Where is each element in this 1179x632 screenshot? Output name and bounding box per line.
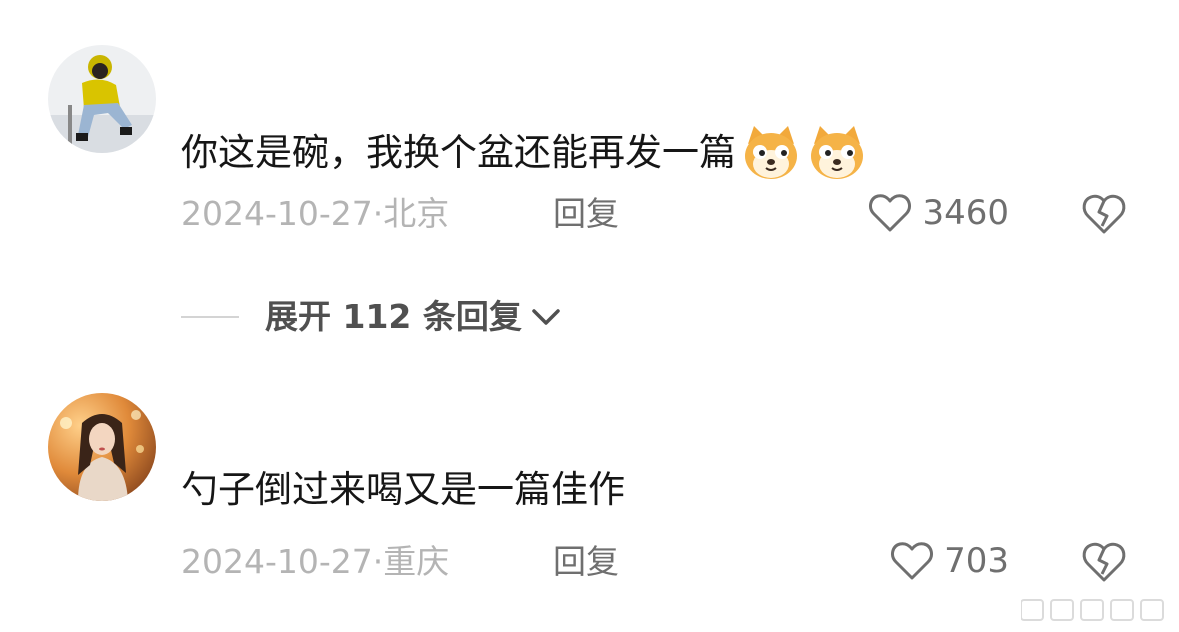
- watermark-logo-icon: [1021, 599, 1164, 621]
- expand-replies[interactable]: 展开 112 条回复: [181, 296, 562, 338]
- broken-heart-icon: [1082, 542, 1126, 582]
- avatar-image: [48, 45, 156, 153]
- heart-outline-icon: [891, 542, 934, 580]
- like-button[interactable]: 3460: [868, 192, 1009, 234]
- meta-separator: ·: [372, 542, 384, 581]
- comment-location: 重庆: [383, 542, 450, 581]
- comment-location: 北京: [383, 194, 450, 233]
- comment-text: 你这是碗，我换个盆还能再发一篇: [181, 122, 868, 184]
- avatar[interactable]: [48, 45, 156, 153]
- comment-text: 勺子倒过来喝又是一篇佳作: [181, 468, 625, 512]
- dislike-button[interactable]: [1080, 540, 1128, 588]
- reply-button[interactable]: 回复: [553, 542, 619, 582]
- expand-divider: [181, 316, 239, 318]
- expand-replies-label: 展开 112 条回复: [265, 297, 522, 336]
- comment-body: 勺子倒过来喝又是一篇佳作: [181, 468, 625, 511]
- chevron-down-icon: [532, 309, 560, 325]
- comment-body: 你这是碗，我换个盆还能再发一篇: [181, 131, 736, 174]
- comment-meta: 2024-10-27·重庆: [181, 542, 449, 582]
- comment-date: 2024-10-27: [181, 542, 373, 581]
- like-count: 703: [944, 541, 1009, 581]
- broken-heart-icon: [1082, 194, 1126, 234]
- reply-button[interactable]: 回复: [553, 194, 619, 234]
- avatar-image: [48, 393, 156, 501]
- shiba-dog-emoji-icon: [745, 126, 797, 179]
- like-count: 3460: [922, 193, 1009, 233]
- meta-separator: ·: [372, 194, 384, 233]
- shiba-dog-emoji-icon: [811, 126, 863, 179]
- like-button[interactable]: 703: [890, 540, 1009, 582]
- dislike-button[interactable]: [1080, 192, 1128, 240]
- comment-date: 2024-10-27: [181, 194, 373, 233]
- heart-outline-icon: [869, 194, 912, 232]
- comment-meta: 2024-10-27·北京: [181, 194, 449, 234]
- avatar[interactable]: [48, 393, 156, 501]
